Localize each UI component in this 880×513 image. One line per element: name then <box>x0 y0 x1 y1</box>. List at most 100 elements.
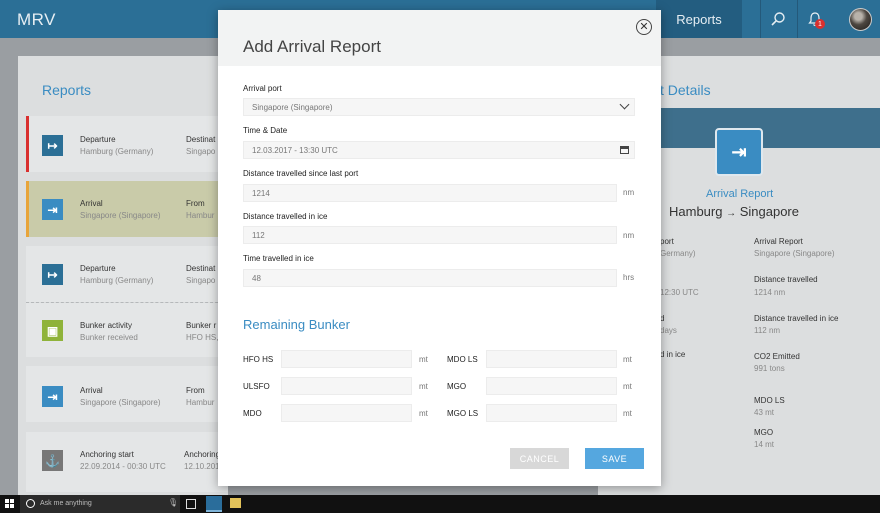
card-type: Anchoring start <box>80 450 134 459</box>
reports-title: Reports <box>42 82 92 98</box>
details-label: CO2 Emitted <box>754 352 800 361</box>
bunker-label: MGO LS <box>447 409 479 418</box>
departure-icon: ↦ <box>42 135 63 156</box>
arrival-port-select[interactable]: Singapore (Singapore) <box>243 98 635 116</box>
details-label: MGO <box>754 428 774 437</box>
app-logo[interactable]: MRV <box>17 10 56 30</box>
card-sub: Bunker received <box>80 333 138 342</box>
mgo-ls-input[interactable] <box>486 404 617 422</box>
mdo-ls-input[interactable] <box>486 350 617 368</box>
card-accent <box>26 181 29 237</box>
details-value: Germany) <box>660 249 696 258</box>
card-type: Departure <box>80 135 116 144</box>
report-card[interactable]: ⚓ Anchoring start 22.09.2014 - 00:30 UTC… <box>26 432 228 492</box>
taskbar-search-placeholder: Ask me anything <box>40 500 92 507</box>
bunker-label: ULSFO <box>243 382 270 391</box>
card-sub: Hamburg (Germany) <box>80 276 154 285</box>
close-icon: ✕ <box>639 20 649 33</box>
calendar-icon[interactable] <box>620 146 629 154</box>
notifications-button[interactable]: 1 <box>797 0 831 38</box>
distance-ice-label: Distance travelled in ice <box>243 212 328 221</box>
report-card-active[interactable]: ⇥ Arrival Singapore (Singapore) From Ham… <box>26 181 228 237</box>
report-card[interactable]: ▣ Bunker activity Bunker received Bunker… <box>26 303 228 357</box>
report-card[interactable]: ↦ Departure Hamburg (Germany) Destinat S… <box>26 246 228 302</box>
details-value: 12:30 UTC <box>660 288 699 297</box>
distance-ice-input[interactable]: 112 <box>243 226 617 244</box>
hfo-hs-input[interactable] <box>281 350 412 368</box>
distance-ice-unit: nm <box>623 231 635 240</box>
details-value: 43 mt <box>754 408 775 417</box>
save-button[interactable]: SAVE <box>585 448 644 469</box>
bunker-icon: ▣ <box>42 320 63 341</box>
bunker-label: MGO <box>447 382 467 391</box>
card-type: Arrival <box>80 386 103 395</box>
bunker-unit: mt <box>419 409 428 418</box>
arrival-icon: ⇥ <box>42 199 63 220</box>
time-date-input[interactable]: 12.03.2017 - 13:30 UTC <box>243 141 635 159</box>
details-label: d in ice <box>660 350 686 359</box>
close-button[interactable]: ✕ <box>636 19 652 35</box>
details-title: t Details <box>660 82 711 98</box>
cortana-icon <box>26 499 35 508</box>
dialog-header: Add Arrival Report ✕ <box>218 10 661 66</box>
remaining-bunker-title: Remaining Bunker <box>243 317 350 332</box>
add-arrival-report-dialog: Add Arrival Report ✕ Arrival port Singap… <box>218 10 661 486</box>
details-label: port <box>660 237 674 246</box>
card-type: Arrival <box>80 199 103 208</box>
bunker-unit: mt <box>623 382 632 391</box>
taskbar-search[interactable]: Ask me anything 🎙 <box>20 495 180 513</box>
report-card[interactable]: ⇥ Arrival Singapore (Singapore) From Ham… <box>26 366 228 422</box>
mgo-input[interactable] <box>486 377 617 395</box>
arrival-icon: ⇥ <box>42 386 63 407</box>
windows-start-icon[interactable] <box>5 499 15 509</box>
nav-reports[interactable]: Reports <box>656 0 742 38</box>
bunker-unit: mt <box>623 409 632 418</box>
search-button[interactable] <box>760 0 794 38</box>
bunker-unit: mt <box>419 355 428 364</box>
distance-input[interactable]: 1214 <box>243 184 617 202</box>
distance-label: Distance travelled since last port <box>243 169 359 178</box>
details-label: Arrival Report <box>754 237 803 246</box>
card-type: Bunker activity <box>80 321 133 330</box>
details-banner <box>660 108 880 148</box>
card-sub: Singapore (Singapore) <box>80 211 161 220</box>
bunker-unit: mt <box>623 355 632 364</box>
reports-panel: Reports ↦ Departure Hamburg (Germany) De… <box>18 56 228 496</box>
user-menu[interactable] <box>843 0 877 38</box>
details-label: MDO LS <box>754 396 785 405</box>
avatar <box>848 7 872 31</box>
departure-icon: ↦ <box>42 264 63 285</box>
report-card[interactable]: ↦ Departure Hamburg (Germany) Destinat S… <box>26 116 228 172</box>
bunker-label: HFO HS <box>243 355 274 364</box>
details-value: days <box>660 326 677 335</box>
card-sub: 22.09.2014 - 00:30 UTC <box>80 462 166 471</box>
details-label: Distance travelled <box>754 275 818 284</box>
details-value: 1214 nm <box>754 288 786 297</box>
time-ice-label: Time travelled in ice <box>243 254 314 263</box>
details-value: 112 nm <box>754 326 781 335</box>
taskbar-app-folder-icon[interactable] <box>230 498 241 508</box>
details-report-type: Arrival Report <box>706 188 774 200</box>
bunker-label: MDO LS <box>447 355 478 364</box>
time-ice-input[interactable]: 48 <box>243 269 617 287</box>
time-date-label: Time & Date <box>243 126 288 135</box>
anchor-icon: ⚓ <box>42 450 63 471</box>
mdo-input[interactable] <box>281 404 412 422</box>
details-value: 14 mt <box>754 440 775 449</box>
notification-badge: 1 <box>815 19 825 29</box>
details-route: Hamburg → Singapore <box>669 204 799 219</box>
taskbar: Ask me anything 🎙 <box>0 495 880 513</box>
taskbar-app-mail-icon[interactable] <box>206 496 222 512</box>
card-sub: Hamburg (Germany) <box>80 147 154 156</box>
bunker-unit: mt <box>419 382 428 391</box>
arrival-port-label: Arrival port <box>243 84 282 93</box>
cancel-button[interactable]: CANCEL <box>510 448 569 469</box>
ulsfo-input[interactable] <box>281 377 412 395</box>
details-value: Singapore (Singapore) <box>754 249 835 258</box>
task-view-icon[interactable] <box>186 499 196 509</box>
details-label: Distance travelled in ice <box>754 314 839 323</box>
microphone-icon: 🎙 <box>168 498 179 507</box>
dialog-title: Add Arrival Report <box>243 37 381 56</box>
arrow-right-icon: → <box>726 208 737 219</box>
arrival-icon: ⇥ <box>715 128 763 176</box>
